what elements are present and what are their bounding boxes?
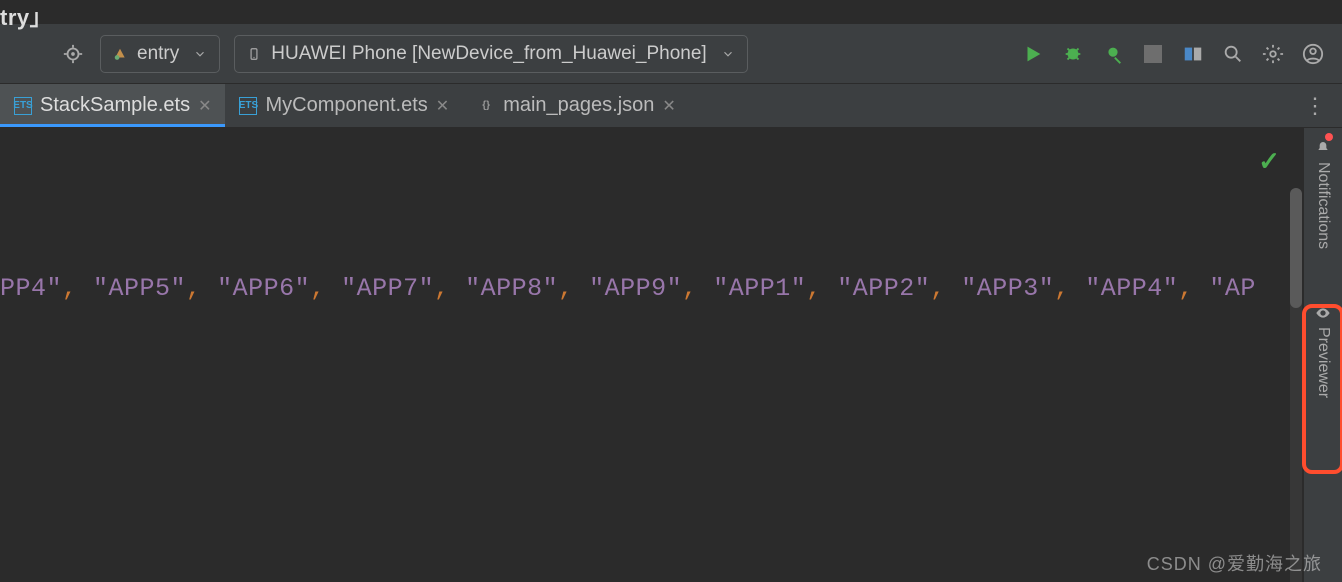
chevron-down-icon (721, 47, 735, 61)
profile-button[interactable] (1100, 41, 1126, 67)
stop-button[interactable] (1140, 41, 1166, 67)
close-icon[interactable]: ✕ (436, 96, 449, 116)
module-icon (113, 47, 127, 61)
module-label: entry (137, 43, 179, 65)
tab-label: StackSample.ets (40, 94, 190, 117)
close-icon[interactable]: ✕ (662, 96, 675, 116)
breadcrumb-fragment: try」 (0, 0, 1342, 24)
notifications-button[interactable]: Notifications (1314, 134, 1332, 255)
device-selector[interactable]: HUAWEI Phone [NewDevice_from_Huawei_Phon… (234, 35, 747, 73)
phone-icon (247, 47, 261, 61)
device-label: HUAWEI Phone [NewDevice_from_Huawei_Phon… (271, 43, 706, 65)
scrollbar-thumb[interactable] (1290, 188, 1302, 308)
layout-button[interactable] (1180, 41, 1206, 67)
tab-overflow-button[interactable]: ⋮ (1288, 84, 1342, 127)
tab-main_pages-json[interactable]: {} main_pages.json ✕ (463, 84, 690, 127)
ets-file-icon: ETS (14, 97, 32, 115)
tab-mycomponent-ets[interactable]: ETS MyComponent.ets ✕ (225, 84, 463, 127)
ets-file-icon: ETS (239, 97, 257, 115)
tab-stacksample-ets[interactable]: ETS StackSample.ets ✕ (0, 84, 225, 127)
bell-icon (1315, 140, 1331, 156)
debug-button[interactable] (1060, 41, 1086, 67)
previewer-button[interactable]: Previewer (1314, 299, 1332, 404)
code-line: PP4", "APP5", "APP6", "APP7", "APP8", "A… (0, 274, 1256, 303)
editor-tab-bar: ETSStackSample.ets✕ETSMyComponent.ets✕{}… (0, 84, 1342, 128)
account-icon[interactable] (1300, 41, 1326, 67)
tab-label: MyComponent.ets (265, 94, 427, 117)
analysis-ok-icon: ✓ (1258, 146, 1280, 177)
stop-icon (1144, 45, 1162, 63)
eye-icon (1315, 305, 1331, 321)
settings-icon[interactable] (1260, 41, 1286, 67)
json-file-icon: {} (477, 97, 495, 115)
watermark: CSDN @爱勤海之旅 (1147, 550, 1322, 576)
right-tool-strip: Notifications Previewer (1304, 128, 1342, 582)
search-icon[interactable] (1220, 41, 1246, 67)
chevron-down-icon (193, 47, 207, 61)
target-icon[interactable] (60, 41, 86, 67)
vertical-scrollbar[interactable] (1290, 188, 1302, 582)
tab-label: main_pages.json (503, 94, 654, 117)
run-button[interactable] (1020, 41, 1046, 67)
module-selector[interactable]: entry (100, 35, 220, 73)
close-icon[interactable]: ✕ (198, 96, 211, 116)
main-toolbar: entry HUAWEI Phone [NewDevice_from_Huawe… (0, 24, 1342, 84)
code-editor[interactable]: ✓ PP4", "APP5", "APP6", "APP7", "APP8", … (0, 128, 1304, 582)
